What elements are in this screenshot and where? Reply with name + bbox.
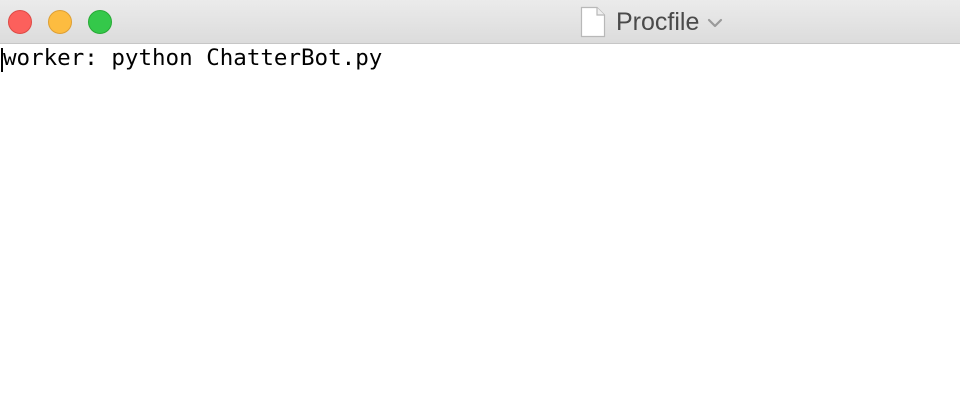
window-title: Procfile: [616, 8, 700, 36]
chevron-down-icon[interactable]: [707, 18, 723, 28]
title-bar[interactable]: Procfile: [0, 0, 960, 44]
window-title-menu[interactable]: Procfile: [580, 6, 723, 38]
text-line[interactable]: worker: python ChatterBot.py: [3, 45, 382, 71]
text-area[interactable]: worker: python ChatterBot.py: [0, 45, 960, 412]
maximize-button[interactable]: [88, 10, 112, 34]
minimize-button[interactable]: [48, 10, 72, 34]
text-editor-window: Procfile worker: python ChatterBot.py: [0, 0, 960, 412]
document-icon: [580, 6, 606, 38]
close-button[interactable]: [8, 10, 32, 34]
